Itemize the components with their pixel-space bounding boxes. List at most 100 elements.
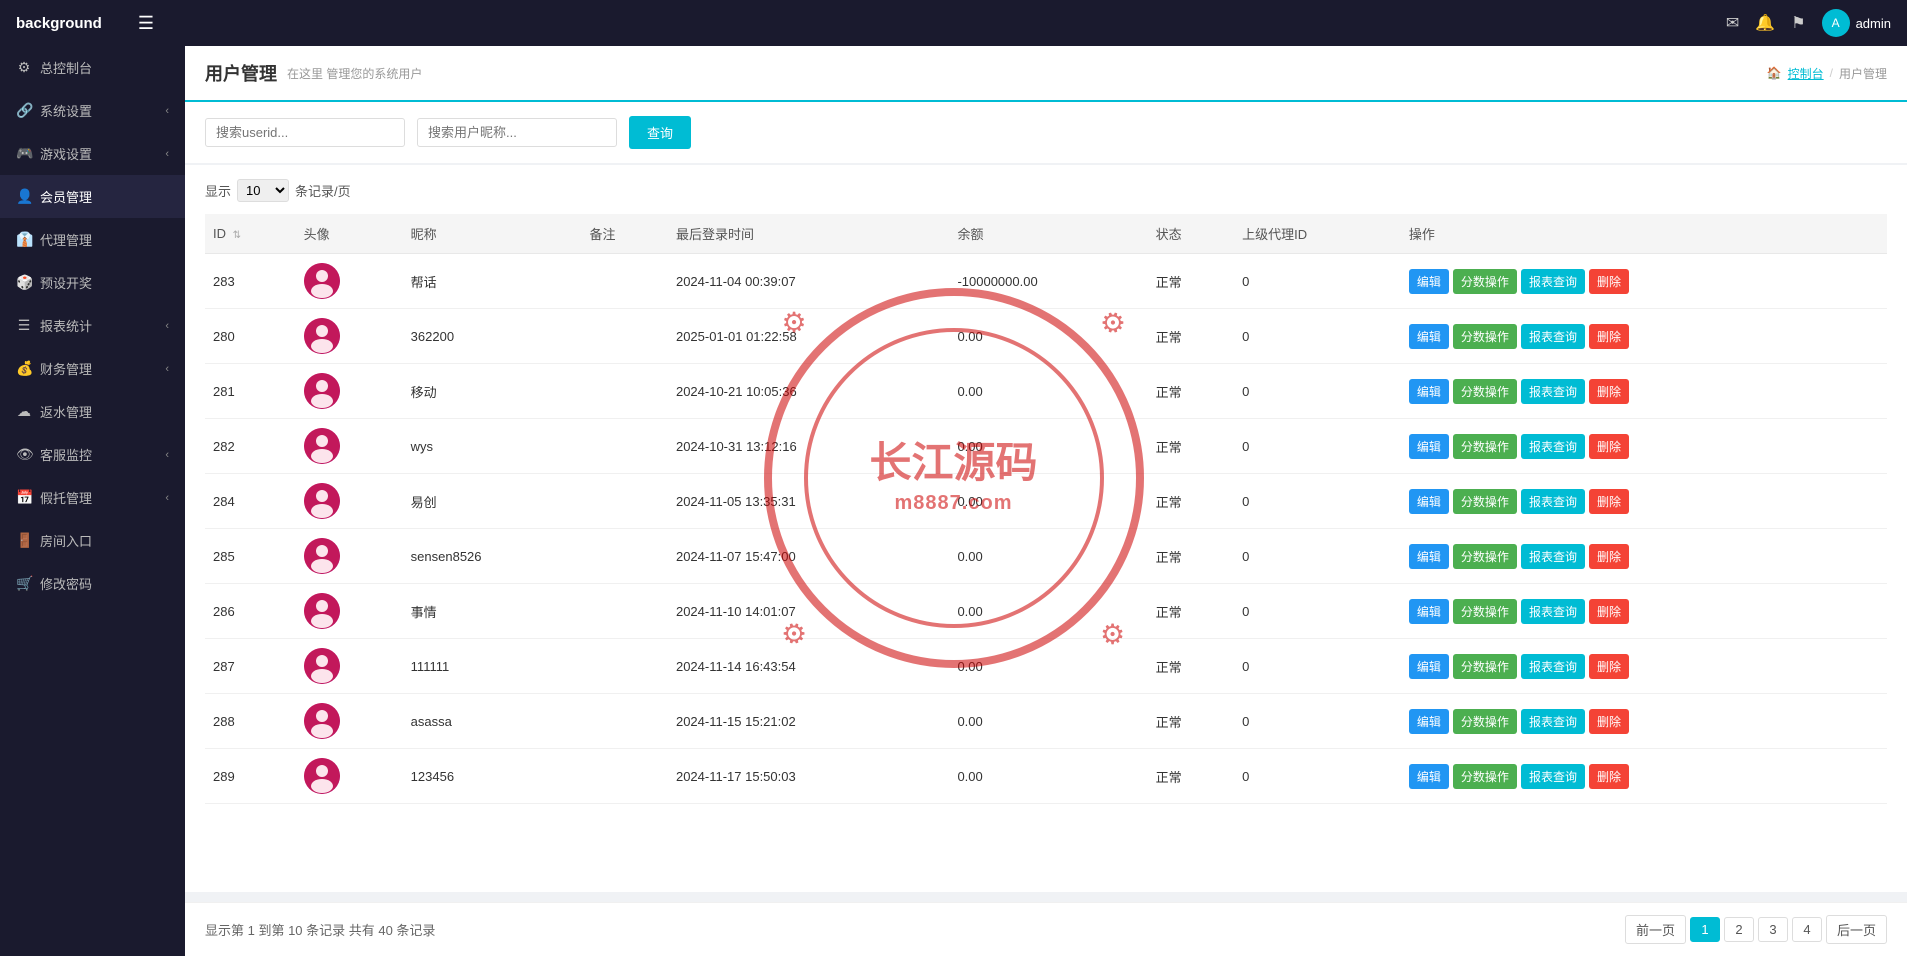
next-page-button[interactable]: 后一页 [1826, 915, 1887, 944]
user-avatar [304, 318, 340, 354]
score-button[interactable]: 分数操作 [1453, 324, 1517, 349]
sidebar-item-preset-open[interactable]: 🎲 预设开奖 [0, 261, 185, 304]
cell-balance: 0.00 [949, 419, 1147, 474]
cell-balance: 0.00 [949, 584, 1147, 639]
report-button[interactable]: 报表查询 [1521, 599, 1585, 624]
report-button[interactable]: 报表查询 [1521, 489, 1585, 514]
sidebar-label-customer-monitor: 客服监控 [40, 445, 157, 464]
score-button[interactable]: 分数操作 [1453, 269, 1517, 294]
score-button[interactable]: 分数操作 [1453, 654, 1517, 679]
delete-button[interactable]: 删除 [1589, 434, 1629, 459]
edit-button[interactable]: 编辑 [1409, 324, 1449, 349]
delete-button[interactable]: 删除 [1589, 269, 1629, 294]
status-badge: 正常 [1156, 660, 1182, 675]
search-username-input[interactable] [417, 118, 617, 147]
header-right: ✉ 🔔 ⚑ A admin [1726, 9, 1891, 37]
edit-button[interactable]: 编辑 [1409, 269, 1449, 294]
cell-actions: 编辑 分数操作 报表查询 删除 [1401, 419, 1887, 474]
admin-info[interactable]: A admin [1822, 9, 1891, 37]
cell-balance: 0.00 [949, 639, 1147, 694]
sidebar-item-change-password[interactable]: 🛒 修改密码 [0, 562, 185, 605]
score-button[interactable]: 分数操作 [1453, 379, 1517, 404]
cell-balance: 0.00 [949, 474, 1147, 529]
report-button[interactable]: 报表查询 [1521, 269, 1585, 294]
table-row: 284 易创 2024-11-05 13:35:31 0.00 正常 0 编辑 … [205, 474, 1887, 529]
edit-button[interactable]: 编辑 [1409, 709, 1449, 734]
delete-button[interactable]: 删除 [1589, 324, 1629, 349]
report-button[interactable]: 报表查询 [1521, 434, 1585, 459]
sidebar-item-customer-monitor[interactable]: 👁 客服监控 ‹ [0, 433, 185, 476]
cell-last-login: 2025-01-01 01:22:58 [668, 309, 949, 364]
page-btn-3[interactable]: 3 [1758, 917, 1788, 942]
score-button[interactable]: 分数操作 [1453, 489, 1517, 514]
edit-button[interactable]: 编辑 [1409, 489, 1449, 514]
col-parent-agent: 上级代理ID [1234, 214, 1401, 254]
bell-icon[interactable]: 🔔 [1755, 13, 1775, 33]
pagination-summary: 显示第 1 到第 10 条记录 共有 40 条记录 [205, 920, 435, 939]
cell-notes [581, 474, 668, 529]
sidebar-item-game-settings[interactable]: 🎮 游戏设置 ‹ [0, 132, 185, 175]
delete-button[interactable]: 删除 [1589, 709, 1629, 734]
page-btn-2[interactable]: 2 [1724, 917, 1754, 942]
status-badge: 正常 [1156, 330, 1182, 345]
edit-button[interactable]: 编辑 [1409, 379, 1449, 404]
delete-button[interactable]: 删除 [1589, 544, 1629, 569]
sidebar-item-report-stats[interactable]: ☰ 报表统计 ‹ [0, 304, 185, 347]
edit-button[interactable]: 编辑 [1409, 654, 1449, 679]
page-btn-1[interactable]: 1 [1690, 917, 1720, 942]
sidebar-item-dashboard[interactable]: ⚙ 总控制台 [0, 46, 185, 89]
delete-button[interactable]: 删除 [1589, 654, 1629, 679]
col-id: ID ⇅ [205, 214, 296, 254]
menu-toggle-icon[interactable]: ☰ [138, 13, 154, 34]
flag-icon[interactable]: ⚑ [1791, 13, 1805, 33]
prev-page-button[interactable]: 前一页 [1625, 915, 1686, 944]
cell-nickname: sensen8526 [403, 529, 582, 584]
score-button[interactable]: 分数操作 [1453, 599, 1517, 624]
sidebar-item-agent-management[interactable]: 👔 代理管理 [0, 218, 185, 261]
user-avatar [304, 538, 340, 574]
cell-status: 正常 [1148, 364, 1235, 419]
edit-button[interactable]: 编辑 [1409, 599, 1449, 624]
cell-id: 284 [205, 474, 296, 529]
sidebar-item-room-entry[interactable]: 🚪 房间入口 [0, 519, 185, 562]
cell-status: 正常 [1148, 309, 1235, 364]
sidebar-label-room-entry: 房间入口 [40, 531, 169, 550]
delete-button[interactable]: 删除 [1589, 764, 1629, 789]
score-button[interactable]: 分数操作 [1453, 709, 1517, 734]
email-icon[interactable]: ✉ [1726, 13, 1739, 33]
sidebar-item-system-settings[interactable]: 🔗 系统设置 ‹ [0, 89, 185, 132]
report-button[interactable]: 报表查询 [1521, 764, 1585, 789]
action-buttons: 编辑 分数操作 报表查询 删除 [1409, 599, 1879, 624]
delete-button[interactable]: 删除 [1589, 489, 1629, 514]
sidebar-icon-room-entry: 🚪 [16, 532, 32, 549]
score-button[interactable]: 分数操作 [1453, 544, 1517, 569]
sidebar-item-finance-management[interactable]: 💰 财务管理 ‹ [0, 347, 185, 390]
cell-last-login: 2024-11-15 15:21:02 [668, 694, 949, 749]
report-button[interactable]: 报表查询 [1521, 709, 1585, 734]
score-button[interactable]: 分数操作 [1453, 764, 1517, 789]
user-avatar [304, 263, 340, 299]
edit-button[interactable]: 编辑 [1409, 544, 1449, 569]
sidebar-item-rebate-management[interactable]: ☁ 返水管理 [0, 390, 185, 433]
report-button[interactable]: 报表查询 [1521, 544, 1585, 569]
report-button[interactable]: 报表查询 [1521, 324, 1585, 349]
delete-button[interactable]: 删除 [1589, 599, 1629, 624]
sidebar-item-member-management[interactable]: 👤 会员管理 [0, 175, 185, 218]
report-button[interactable]: 报表查询 [1521, 379, 1585, 404]
per-page-select[interactable]: 102050100 [237, 179, 289, 202]
user-avatar [304, 483, 340, 519]
report-button[interactable]: 报表查询 [1521, 654, 1585, 679]
cell-id: 287 [205, 639, 296, 694]
edit-button[interactable]: 编辑 [1409, 764, 1449, 789]
breadcrumb-home-link[interactable]: 控制台 [1788, 65, 1824, 82]
query-button[interactable]: 查询 [629, 116, 691, 149]
sidebar-item-holiday-management[interactable]: 📅 假托管理 ‹ [0, 476, 185, 519]
score-button[interactable]: 分数操作 [1453, 434, 1517, 459]
delete-button[interactable]: 删除 [1589, 379, 1629, 404]
search-userid-input[interactable] [205, 118, 405, 147]
edit-button[interactable]: 编辑 [1409, 434, 1449, 459]
sidebar-icon-finance-management: 💰 [16, 360, 32, 377]
page-btn-4[interactable]: 4 [1792, 917, 1822, 942]
user-avatar [304, 703, 340, 739]
table-row: 285 sensen8526 2024-11-07 15:47:00 0.00 … [205, 529, 1887, 584]
